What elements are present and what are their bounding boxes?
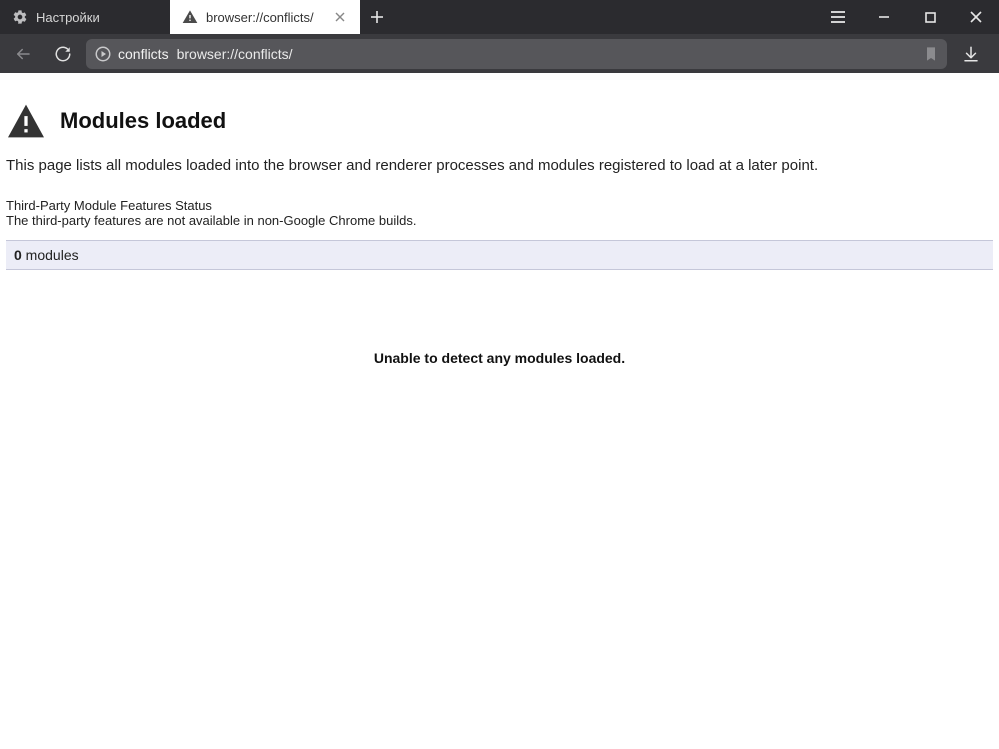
menu-button[interactable] <box>815 0 861 34</box>
site-identity-chip[interactable]: conflicts <box>94 45 169 63</box>
tab-bar: Настройки browser://conflicts/ <box>0 0 999 34</box>
warning-icon <box>6 103 46 139</box>
window-controls <box>815 0 999 34</box>
toolbar: conflicts browser://conflicts/ <box>0 34 999 73</box>
gear-icon <box>12 9 28 25</box>
maximize-button[interactable] <box>907 0 953 34</box>
new-tab-button[interactable] <box>360 0 394 34</box>
address-bar[interactable]: conflicts browser://conflicts/ <box>86 39 947 69</box>
tab-label: browser://conflicts/ <box>206 10 314 25</box>
back-button[interactable] <box>6 39 40 69</box>
modules-count: 0 <box>14 247 22 263</box>
page-description: This page lists all modules loaded into … <box>6 157 993 198</box>
browser-logo-icon <box>94 45 112 63</box>
warning-icon <box>182 9 198 25</box>
reload-button[interactable] <box>46 39 80 69</box>
close-window-button[interactable] <box>953 0 999 34</box>
minimize-button[interactable] <box>861 0 907 34</box>
modules-word: modules <box>22 247 79 263</box>
downloads-button[interactable] <box>953 39 989 69</box>
third-party-status-text: The third-party features are not availab… <box>6 213 993 240</box>
tab-settings[interactable]: Настройки <box>0 0 170 34</box>
page-header: Modules loaded <box>6 83 993 157</box>
page-content: Modules loaded This page lists all modul… <box>0 73 999 366</box>
site-chip-label: conflicts <box>118 46 169 62</box>
empty-message: Unable to detect any modules loaded. <box>6 350 993 366</box>
tab-conflicts[interactable]: browser://conflicts/ <box>170 0 360 34</box>
page-title: Modules loaded <box>60 108 226 134</box>
modules-count-bar: 0 modules <box>6 240 993 270</box>
tab-label: Настройки <box>36 10 100 25</box>
bookmark-icon[interactable] <box>923 45 939 63</box>
url-text: browser://conflicts/ <box>177 46 293 62</box>
close-icon[interactable] <box>332 9 348 25</box>
third-party-status-title: Third-Party Module Features Status <box>6 198 993 213</box>
